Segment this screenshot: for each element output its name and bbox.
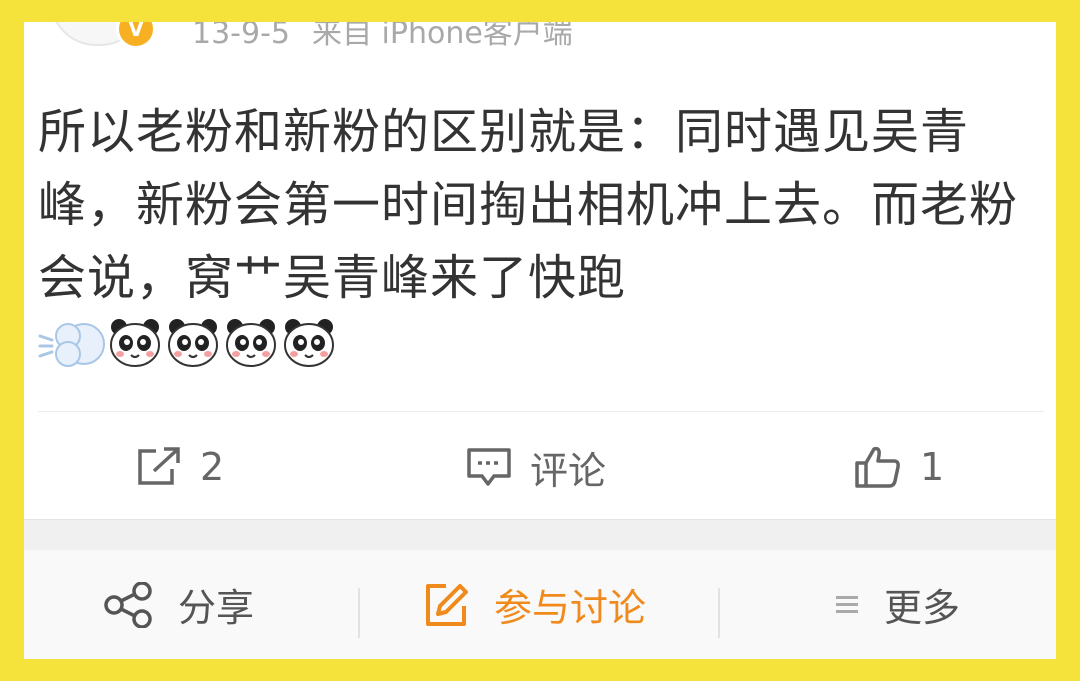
repost-button[interactable]: 2: [136, 432, 224, 502]
thumbs-up-icon: [855, 446, 900, 488]
panda-emoji-icon: [226, 319, 276, 367]
like-button[interactable]: 1: [854, 432, 944, 502]
share-label: 分享: [178, 586, 255, 630]
repost-count: 2: [200, 445, 225, 489]
discuss-button[interactable]: 参与讨论: [424, 550, 646, 659]
discuss-label: 参与讨论: [494, 586, 647, 630]
action-bar: 2 评论 1: [24, 432, 1056, 502]
menu-icon: [836, 595, 858, 613]
post-meta: V 13-9-5 来自 iPhone客户端: [24, 22, 1056, 62]
post-text: 所以老粉和新粉的区别就是：同时遇见吴青峰，新粉会第一时间掏出相机冲上去。而老粉会…: [38, 104, 1019, 306]
post-card: V 13-9-5 来自 iPhone客户端 所以老粉和新粉的区别就是：同时遇见吴青…: [24, 22, 1056, 659]
meta-text: 13-9-5 来自 iPhone客户端: [192, 22, 595, 52]
like-count: 1: [920, 445, 945, 489]
more-button[interactable]: 更多: [834, 550, 960, 659]
section-gap: [24, 519, 1056, 551]
panda-emoji-icon: [168, 319, 218, 367]
bottom-toolbar: 分享 参与讨论 更多: [24, 550, 1056, 659]
puff-emoji-icon: [38, 323, 105, 367]
verified-icon: V: [116, 22, 156, 49]
comment-button[interactable]: 评论: [466, 432, 606, 502]
more-label: 更多: [884, 586, 961, 630]
post-date: 13-9-5: [192, 22, 290, 51]
panda-emoji-icon: [284, 319, 334, 367]
share-button[interactable]: 分享: [104, 550, 254, 659]
share-icon: [104, 581, 152, 628]
comment-icon: [467, 448, 511, 486]
comment-label: 评论: [530, 448, 607, 493]
divider: [38, 411, 1044, 412]
edit-icon: [426, 583, 468, 626]
toolbar-separator: [358, 588, 360, 638]
repost-icon: [138, 447, 180, 485]
panda-emoji-icon: [110, 319, 160, 367]
post-source: 来自 iPhone客户端: [312, 22, 573, 51]
toolbar-separator: [718, 588, 720, 638]
